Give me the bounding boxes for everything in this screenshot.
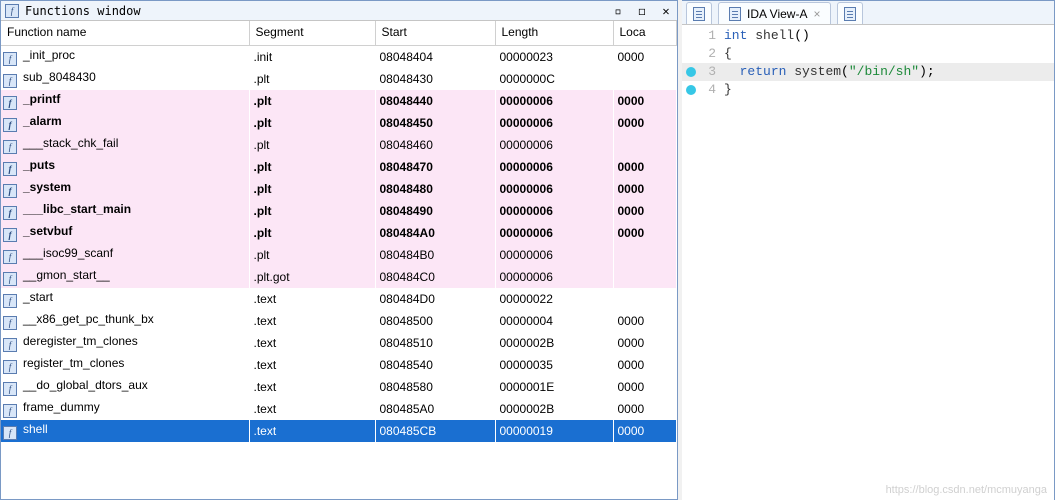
table-row[interactable]: f_alarm.plt08048450000000060000 bbox=[1, 112, 677, 134]
col-segment[interactable]: Segment bbox=[249, 21, 375, 46]
col-locals[interactable]: Loca bbox=[613, 21, 677, 46]
table-row[interactable]: f_system.plt08048480000000060000 bbox=[1, 178, 677, 200]
watermark: https://blog.csdn.net/mcmuyanga bbox=[886, 484, 1047, 496]
function-icon: f bbox=[3, 206, 17, 220]
code-line[interactable]: 1int shell() bbox=[682, 27, 1054, 45]
document-icon bbox=[693, 7, 705, 21]
functions-table: Function name Segment Start Length Loca … bbox=[1, 21, 677, 442]
table-row[interactable]: fderegister_tm_clones.text08048510000000… bbox=[1, 332, 677, 354]
code-pane: IDA View-A × 1int shell()2{3 return syst… bbox=[682, 0, 1055, 500]
tab-ida-view[interactable]: IDA View-A × bbox=[718, 2, 831, 24]
table-row[interactable]: f_printf.plt08048440000000060000 bbox=[1, 90, 677, 112]
code-line[interactable]: 2{ bbox=[682, 45, 1054, 63]
function-icon: f bbox=[3, 272, 17, 286]
table-header-row: Function name Segment Start Length Loca bbox=[1, 21, 677, 46]
table-row[interactable]: f___stack_chk_fail.plt0804846000000006 bbox=[1, 134, 677, 156]
code-line[interactable]: 3 return system("/bin/sh"); bbox=[682, 63, 1054, 81]
tab-right[interactable] bbox=[837, 2, 863, 24]
table-row[interactable]: f_setvbuf.plt080484A0000000060000 bbox=[1, 222, 677, 244]
function-icon: f bbox=[3, 404, 17, 418]
breakpoint-icon[interactable] bbox=[686, 67, 696, 77]
col-length[interactable]: Length bbox=[495, 21, 613, 46]
breakpoint-icon[interactable] bbox=[686, 85, 696, 95]
functions-titlebar: f Functions window ▫ ◻ ✕ bbox=[1, 1, 677, 21]
function-icon: f bbox=[3, 228, 17, 242]
functions-list[interactable]: Function name Segment Start Length Loca … bbox=[1, 21, 677, 499]
code-text: } bbox=[722, 81, 1054, 99]
tab-bar: IDA View-A × bbox=[682, 1, 1054, 25]
code-text: { bbox=[722, 45, 1054, 63]
gutter[interactable]: 1 bbox=[682, 27, 722, 45]
code-line[interactable]: 4} bbox=[682, 81, 1054, 99]
table-row[interactable]: fsub_8048430.plt080484300000000C bbox=[1, 68, 677, 90]
function-icon: f bbox=[3, 360, 17, 374]
function-icon: f bbox=[3, 382, 17, 396]
function-icon: f bbox=[3, 162, 17, 176]
function-icon: f bbox=[5, 4, 19, 18]
function-icon: f bbox=[3, 184, 17, 198]
function-icon: f bbox=[3, 96, 17, 110]
function-icon: f bbox=[3, 74, 17, 88]
window-title: Functions window bbox=[25, 4, 141, 18]
code-text: return system("/bin/sh"); bbox=[722, 63, 1054, 81]
tab-left[interactable] bbox=[686, 2, 712, 24]
restore-icon[interactable]: ▫ bbox=[611, 4, 625, 18]
document-icon bbox=[844, 7, 856, 21]
function-icon: f bbox=[3, 118, 17, 132]
code-text: int shell() bbox=[722, 27, 1054, 45]
gutter[interactable]: 2 bbox=[682, 45, 722, 63]
table-row[interactable]: f__gmon_start__.plt.got080484C000000006 bbox=[1, 266, 677, 288]
gutter[interactable]: 4 bbox=[682, 81, 722, 99]
function-icon: f bbox=[3, 250, 17, 264]
close-icon[interactable]: ✕ bbox=[659, 4, 673, 18]
col-function-name[interactable]: Function name bbox=[1, 21, 249, 46]
col-start[interactable]: Start bbox=[375, 21, 495, 46]
tab-close-icon[interactable]: × bbox=[813, 7, 820, 21]
function-icon: f bbox=[3, 294, 17, 308]
table-row[interactable]: fregister_tm_clones.text0804854000000035… bbox=[1, 354, 677, 376]
function-icon: f bbox=[3, 52, 17, 66]
window-actions: ▫ ◻ ✕ bbox=[611, 4, 673, 18]
function-icon: f bbox=[3, 338, 17, 352]
function-icon: f bbox=[3, 140, 17, 154]
table-row[interactable]: f__x86_get_pc_thunk_bx.text0804850000000… bbox=[1, 310, 677, 332]
functions-window: f Functions window ▫ ◻ ✕ Function name S… bbox=[0, 0, 678, 500]
function-icon: f bbox=[3, 316, 17, 330]
function-icon: f bbox=[3, 426, 17, 440]
table-row[interactable]: f___libc_start_main.plt08048490000000060… bbox=[1, 200, 677, 222]
table-row[interactable]: f_puts.plt08048470000000060000 bbox=[1, 156, 677, 178]
table-row[interactable]: f_init_proc.init08048404000000230000 bbox=[1, 46, 677, 69]
table-row[interactable]: f___isoc99_scanf.plt080484B000000006 bbox=[1, 244, 677, 266]
table-row[interactable]: f__do_global_dtors_aux.text0804858000000… bbox=[1, 376, 677, 398]
maximize-icon[interactable]: ◻ bbox=[635, 4, 649, 18]
table-row[interactable]: fshell.text080485CB000000190000 bbox=[1, 420, 677, 442]
table-row[interactable]: fframe_dummy.text080485A00000002B0000 bbox=[1, 398, 677, 420]
table-row[interactable]: f_start.text080484D000000022 bbox=[1, 288, 677, 310]
tab-label: IDA View-A bbox=[747, 7, 807, 21]
code-area[interactable]: 1int shell()2{3 return system("/bin/sh")… bbox=[682, 25, 1054, 500]
document-icon bbox=[729, 7, 741, 21]
gutter[interactable]: 3 bbox=[682, 63, 722, 81]
